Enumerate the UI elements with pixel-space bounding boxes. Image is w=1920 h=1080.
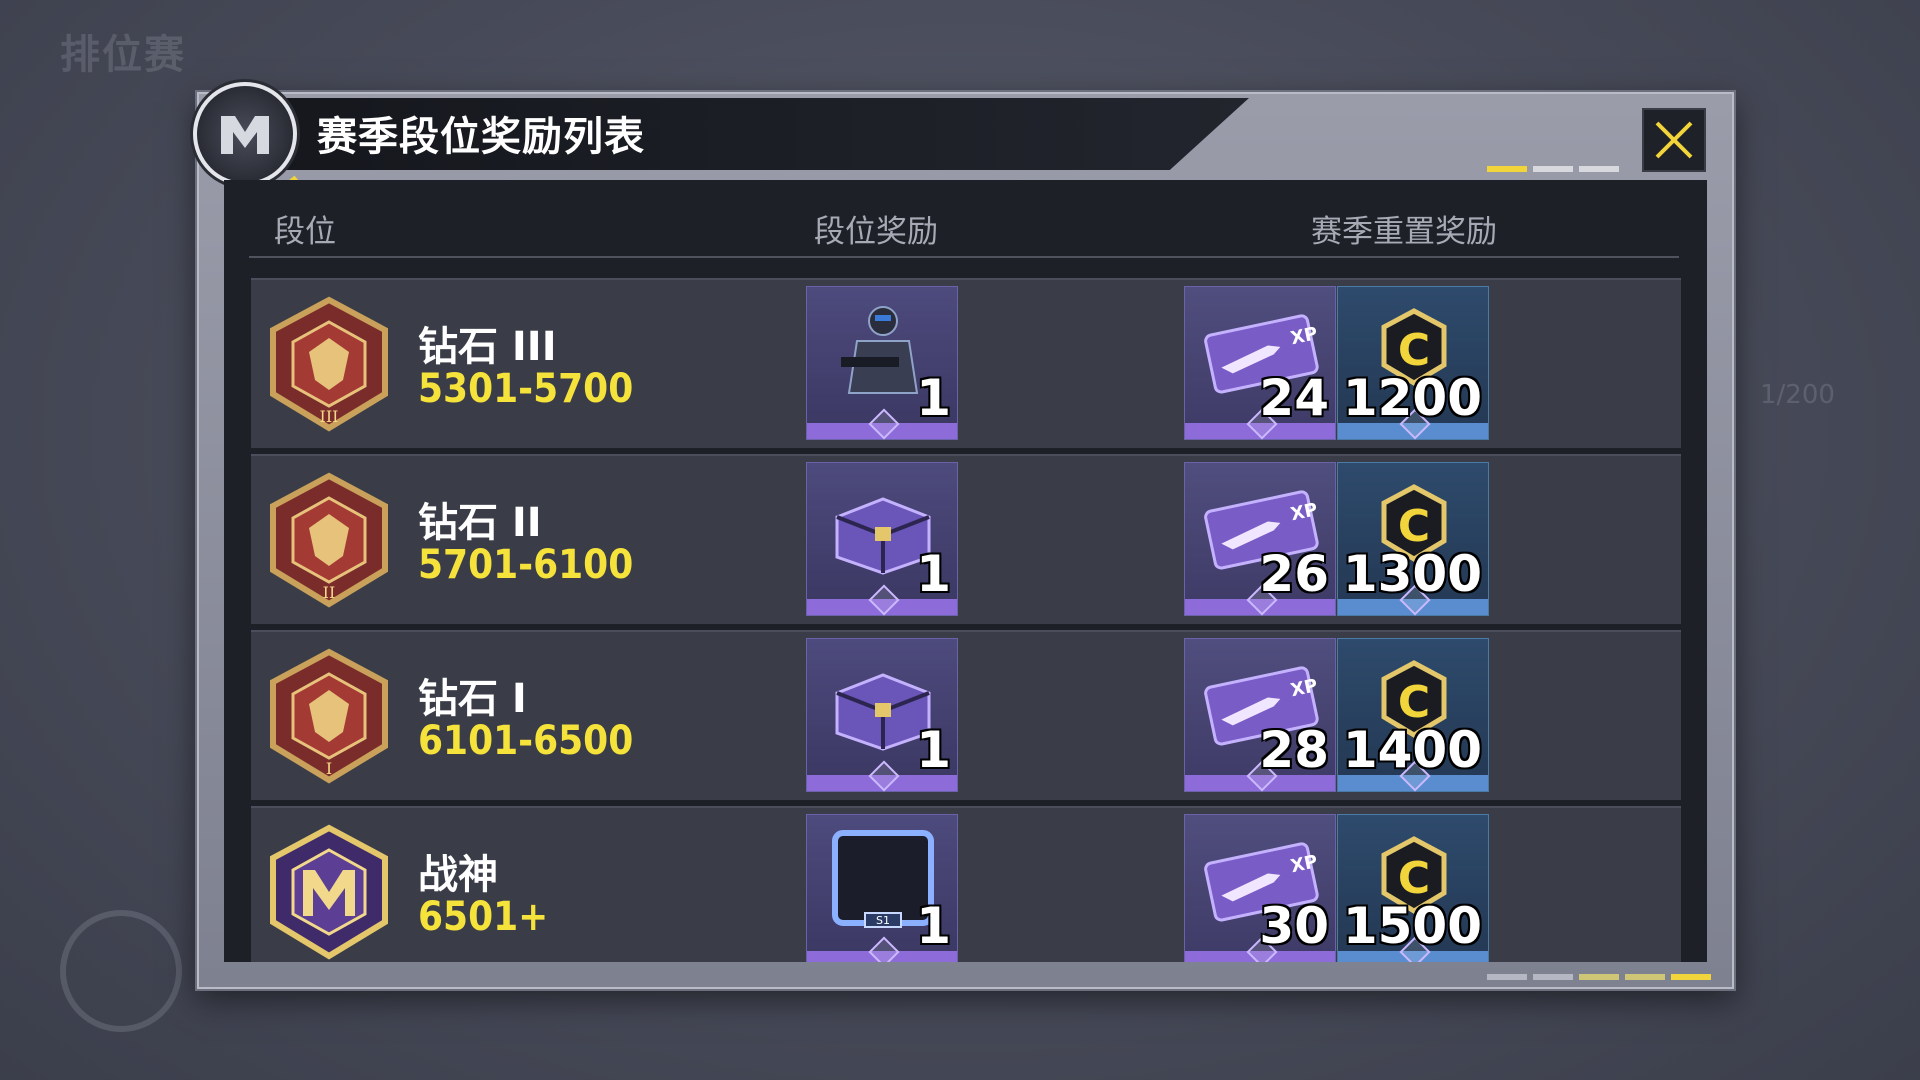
svg-text:III: III bbox=[320, 407, 339, 426]
pager-dot bbox=[1487, 974, 1527, 980]
pager-dot bbox=[1625, 974, 1665, 980]
close-x-icon bbox=[1655, 121, 1693, 159]
table-row: I 钻石 I 6101-6500 1 XP 28 C 1400 bbox=[251, 630, 1681, 800]
diamond-3-emblem-icon: III bbox=[270, 296, 388, 432]
game-logo-icon bbox=[193, 82, 297, 186]
xp-card-tile[interactable]: XP 30 bbox=[1184, 814, 1336, 962]
xp-quantity: 24 bbox=[1259, 369, 1329, 427]
svg-text:I: I bbox=[326, 759, 332, 778]
header-divider bbox=[249, 256, 1679, 258]
rank-reward-tile[interactable]: S1 1 bbox=[806, 814, 958, 962]
reward-quantity: 1 bbox=[916, 897, 951, 955]
reward-quantity: 1 bbox=[916, 545, 951, 603]
svg-text:II: II bbox=[323, 583, 336, 602]
xp-quantity: 28 bbox=[1259, 721, 1329, 779]
pager-dot bbox=[1533, 166, 1573, 172]
svg-text:XP: XP bbox=[1289, 675, 1320, 701]
background-title: 排位赛 bbox=[60, 32, 186, 78]
rank-score-range: 6101-6500 bbox=[418, 718, 634, 764]
xp-card-tile[interactable]: XP 26 bbox=[1184, 462, 1336, 616]
xp-quantity: 30 bbox=[1259, 897, 1329, 955]
reward-quantity: 1 bbox=[916, 369, 951, 427]
dialog-title: 赛季段位奖励列表 bbox=[317, 114, 645, 160]
rewards-list[interactable]: III 钻石 III 5301-5700 1 XP 24 C 1200 II 钻… bbox=[251, 278, 1681, 962]
header-rank: 段位 bbox=[274, 214, 336, 250]
season-rank-rewards-dialog: 赛季段位奖励列表 段位 段位奖励 赛季重置奖励 III 钻石 III 5301-… bbox=[193, 82, 1734, 989]
rank-score-range: 6501+ bbox=[418, 894, 549, 940]
cod-points-tile[interactable]: C 1300 bbox=[1337, 462, 1489, 616]
pager-dot-active bbox=[1487, 166, 1527, 172]
legendary-emblem-icon bbox=[270, 824, 388, 960]
cod-points-tile[interactable]: C 1500 bbox=[1337, 814, 1489, 962]
close-button[interactable] bbox=[1642, 108, 1706, 172]
rank-score-range: 5701-6100 bbox=[418, 542, 634, 588]
rank-score-range: 5301-5700 bbox=[418, 366, 634, 412]
cod-points-tile[interactable]: C 1200 bbox=[1337, 286, 1489, 440]
table-row: II 钻石 II 5701-6100 1 XP 26 C 1300 bbox=[251, 454, 1681, 624]
cp-quantity: 1500 bbox=[1342, 897, 1482, 955]
rank-name: 钻石 II bbox=[418, 500, 542, 546]
rank-name: 钻石 III bbox=[418, 324, 557, 370]
pager-dot-active bbox=[1671, 974, 1711, 980]
rewards-panel: 段位 段位奖励 赛季重置奖励 III 钻石 III 5301-5700 1 XP… bbox=[224, 180, 1707, 962]
pager-dot bbox=[1579, 974, 1619, 980]
table-row: 战神 6501+ S1 1 XP 30 C 1500 bbox=[251, 806, 1681, 962]
pager-dot bbox=[1533, 974, 1573, 980]
reward-quantity: 1 bbox=[916, 721, 951, 779]
header-season-reset-reward: 赛季重置奖励 bbox=[1311, 214, 1497, 250]
bottom-pager bbox=[1487, 974, 1711, 980]
rank-reward-tile[interactable]: 1 bbox=[806, 286, 958, 440]
diamond-2-emblem-icon: II bbox=[270, 472, 388, 608]
xp-card-tile[interactable]: XP 28 bbox=[1184, 638, 1336, 792]
top-pager bbox=[1487, 166, 1619, 172]
table-header: 段位 段位奖励 赛季重置奖励 bbox=[224, 180, 1707, 260]
background-badge-icon bbox=[60, 910, 182, 1032]
svg-text:XP: XP bbox=[1289, 499, 1320, 525]
rank-name: 钻石 I bbox=[418, 676, 527, 722]
svg-text:XP: XP bbox=[1289, 851, 1320, 877]
cp-quantity: 1300 bbox=[1342, 545, 1482, 603]
xp-quantity: 26 bbox=[1259, 545, 1329, 603]
rank-reward-tile[interactable]: 1 bbox=[806, 462, 958, 616]
diamond-1-emblem-icon: I bbox=[270, 648, 388, 784]
svg-text:XP: XP bbox=[1289, 323, 1320, 349]
cod-points-tile[interactable]: C 1400 bbox=[1337, 638, 1489, 792]
rank-reward-tile[interactable]: 1 bbox=[806, 638, 958, 792]
pager-dot bbox=[1579, 166, 1619, 172]
header-rank-reward: 段位奖励 bbox=[814, 214, 938, 250]
cp-quantity: 1400 bbox=[1342, 721, 1482, 779]
xp-card-tile[interactable]: XP 24 bbox=[1184, 286, 1336, 440]
table-row: III 钻石 III 5301-5700 1 XP 24 C 1200 bbox=[251, 278, 1681, 448]
svg-text:S1: S1 bbox=[876, 914, 890, 927]
rank-name: 战神 bbox=[418, 852, 498, 898]
background-counter: 1/200 bbox=[1760, 380, 1835, 410]
cp-quantity: 1200 bbox=[1342, 369, 1482, 427]
